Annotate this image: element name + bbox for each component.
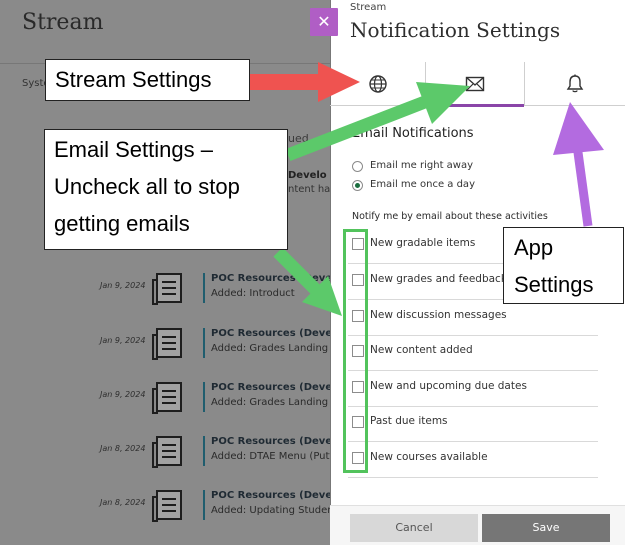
stream-date: Jan 9, 2024 xyxy=(100,390,146,399)
checkbox-label: New discussion messages xyxy=(370,309,507,321)
checkbox-new-content-added[interactable]: New content added xyxy=(348,335,598,371)
stream-item-title[interactable]: POC Resources (Develo xyxy=(211,382,331,393)
bell-icon xyxy=(566,74,584,93)
document-icon xyxy=(152,273,182,305)
document-icon xyxy=(152,436,182,468)
globe-icon xyxy=(368,75,387,93)
stream-item-title[interactable]: POC Resources (Develo xyxy=(211,436,331,447)
divider xyxy=(203,490,205,520)
document-icon xyxy=(152,490,182,522)
divider xyxy=(203,273,205,303)
checkbox-label: New and upcoming due dates xyxy=(370,380,527,392)
stream-item-subtitle: ntent has xyxy=(288,184,336,195)
panel-overline: Stream xyxy=(350,2,387,13)
stream-date: Jan 8, 2024 xyxy=(100,498,146,507)
callout-text: Settings xyxy=(514,272,594,297)
checkbox-label: New gradable items xyxy=(370,237,476,249)
checkbox-past-due-items[interactable]: Past due items xyxy=(348,406,598,442)
divider xyxy=(203,382,205,412)
checkbox-new-and-upcoming-due-dates[interactable]: New and upcoming due dates xyxy=(348,371,598,407)
checkbox-label: New content added xyxy=(370,344,473,356)
stream-item-title[interactable]: POC Resources (Develo xyxy=(211,273,331,284)
callout-text: Email Settings – xyxy=(54,137,213,162)
stream-date: Jan 9, 2024 xyxy=(100,336,146,345)
divider xyxy=(203,328,205,358)
notify-activities-label: Notify me by email about these activitie… xyxy=(352,211,548,222)
stream-item-subtitle: Added: Grades Landing P xyxy=(211,343,331,354)
email-notifications-heading: Email Notifications xyxy=(352,126,474,141)
save-button[interactable]: Save xyxy=(482,514,610,542)
stream-item-title[interactable]: Develo xyxy=(288,170,327,181)
checkbox-label: New grades and feedback xyxy=(370,273,507,285)
stream-row[interactable]: Jan 8, 2024 POC Resources (Develo Added:… xyxy=(0,490,331,530)
stream-page-title: Stream xyxy=(22,10,104,35)
stream-item-subtitle: Added: Updating Studen xyxy=(211,505,331,516)
stream-item-title[interactable]: POC Resources (Develo xyxy=(211,328,331,339)
radio-label: Email me right away xyxy=(370,160,474,171)
callout-text: Uncheck all to stop xyxy=(54,174,240,199)
callout-text: getting emails xyxy=(54,211,190,236)
document-icon xyxy=(152,382,182,414)
radio-label: Email me once a day xyxy=(370,179,475,190)
stream-item-subtitle: Added: Grades Landing P xyxy=(211,397,331,408)
callout-app-settings: App Settings xyxy=(503,227,624,304)
checkbox-label: Past due items xyxy=(370,415,448,427)
callout-text: App xyxy=(514,235,554,260)
stream-section-heading: ued xyxy=(288,132,309,145)
tab-email-settings[interactable] xyxy=(425,62,525,107)
stream-row[interactable]: Jan 9, 2024 POC Resources (Develo Added:… xyxy=(0,382,331,422)
panel-title: Notification Settings xyxy=(350,18,561,42)
tab-stream-settings[interactable] xyxy=(330,62,425,106)
stream-date: Jan 8, 2024 xyxy=(100,444,146,453)
envelope-icon xyxy=(465,76,485,92)
stream-item-subtitle: Added: Introduct xyxy=(211,288,295,299)
stream-date: Jan 9, 2024 xyxy=(100,281,146,290)
checkbox-highlight-box xyxy=(343,229,368,473)
stream-row[interactable]: Jan 9, 2024 POC Resources (Develo Added:… xyxy=(0,273,331,313)
checkbox-new-discussion-messages[interactable]: New discussion messages xyxy=(348,300,598,336)
checkbox-label: New courses available xyxy=(370,451,488,463)
stream-item-subtitle: Added: DTAE Menu (Putty xyxy=(211,451,331,462)
checkbox-new-courses-available[interactable]: New courses available xyxy=(348,442,598,478)
settings-tabs xyxy=(330,62,625,107)
callout-text: Stream Settings xyxy=(55,67,212,92)
radio-button[interactable] xyxy=(352,161,363,172)
stream-row[interactable]: Jan 9, 2024 POC Resources (Develo Added:… xyxy=(0,328,331,368)
tab-app-settings[interactable] xyxy=(525,62,625,106)
radio-button[interactable] xyxy=(352,180,363,191)
cancel-button[interactable]: Cancel xyxy=(350,514,478,542)
callout-stream-settings: Stream Settings xyxy=(45,59,250,101)
close-button[interactable]: ✕ xyxy=(310,8,338,36)
callout-email-settings: Email Settings – Uncheck all to stop get… xyxy=(44,129,288,250)
stream-row[interactable]: Jan 8, 2024 POC Resources (Develo Added:… xyxy=(0,436,331,476)
stream-item-title[interactable]: POC Resources (Develo xyxy=(211,490,331,501)
divider xyxy=(203,436,205,466)
document-icon xyxy=(152,328,182,360)
